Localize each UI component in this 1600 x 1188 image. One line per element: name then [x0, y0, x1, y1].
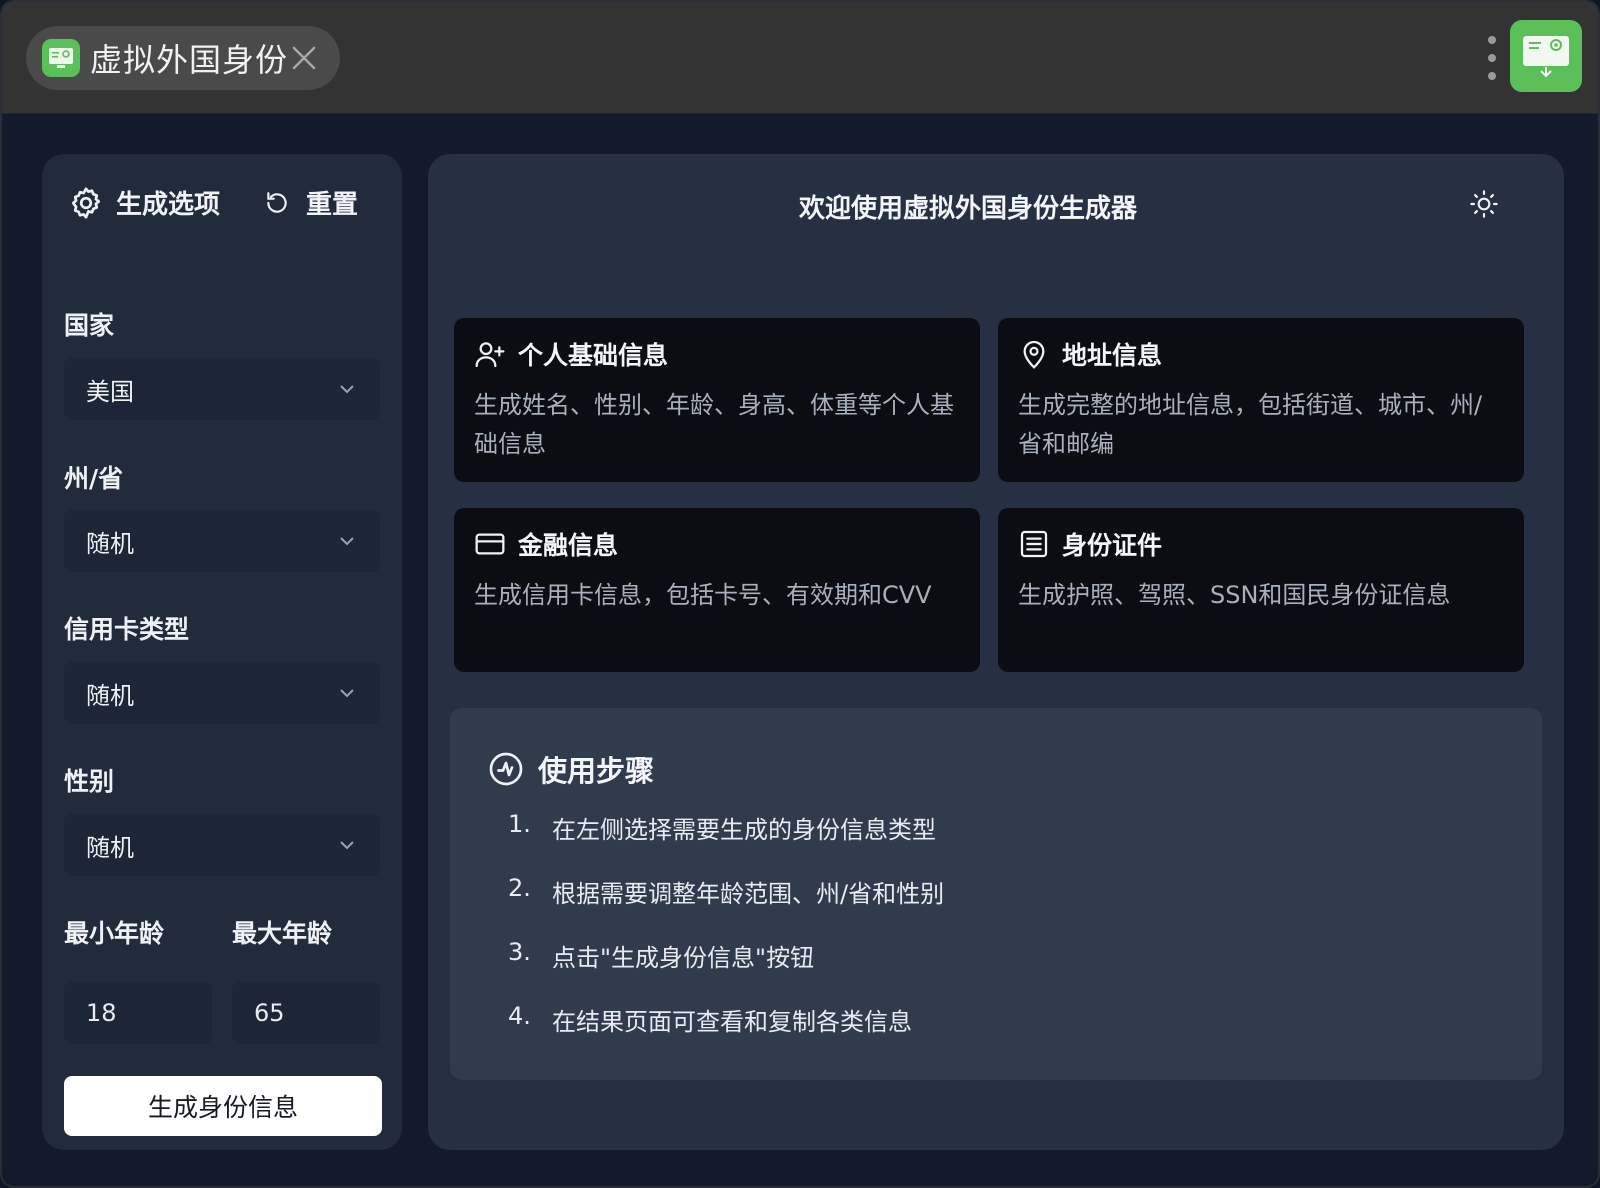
- reset-icon: [267, 191, 287, 213]
- address-info-card[interactable]: 地址信息 生成完整的地址信息，包括街道、城市、州/省和邮编: [998, 318, 1524, 482]
- generate-button[interactable]: 生成身份信息: [64, 1076, 382, 1136]
- chevron-down-icon: [340, 689, 354, 698]
- title-bar: 虚拟外国身份: [2, 2, 1598, 114]
- step-item: 2. 根据需要调整年龄范围、州/省和性别: [508, 874, 944, 909]
- app-icon[interactable]: [1510, 20, 1582, 92]
- card-title: 身份证件: [1062, 531, 1163, 560]
- card-title: 金融信息: [518, 531, 619, 560]
- state-label: 州/省: [64, 464, 124, 493]
- tab-title: 虚拟外国身份: [90, 41, 289, 79]
- finance-info-card[interactable]: 金融信息 生成信用卡信息，包括卡号、有效期和CVV: [454, 508, 980, 672]
- step-number: 3.: [508, 938, 531, 966]
- gender-value: 随机: [86, 833, 134, 862]
- document-icon: [1020, 530, 1048, 558]
- step-number: 2.: [508, 874, 531, 902]
- step-item: 1. 在左侧选择需要生成的身份信息类型: [508, 810, 936, 845]
- step-item: 4. 在结果页面可查看和复制各类信息: [508, 1002, 912, 1037]
- card-type-value: 随机: [86, 681, 134, 710]
- gender-select[interactable]: 随机: [64, 814, 380, 876]
- close-icon[interactable]: [288, 42, 320, 74]
- app-window: 虚拟外国身份 生成选项 重置 国家 美国 州/省 随机 信用卡类型 随机 性别 …: [0, 0, 1600, 1188]
- max-age-label: 最大年龄: [232, 919, 333, 948]
- main-panel: 欢迎使用虚拟外国身份生成器 个人基础信息 生成姓名、性别、年龄、身高、体重等个人…: [428, 154, 1564, 1150]
- gender-label: 性别: [64, 767, 115, 796]
- steps-icon: [489, 752, 523, 786]
- id-document-card[interactable]: 身份证件 生成护照、驾照、SSN和国民身份证信息: [998, 508, 1524, 672]
- step-number: 4.: [508, 1002, 531, 1030]
- min-age-input[interactable]: 18: [64, 982, 212, 1044]
- page-title: 欢迎使用虚拟外国身份生成器: [798, 194, 1137, 224]
- credit-card-icon: [475, 533, 505, 555]
- sun-icon[interactable]: [1468, 188, 1500, 220]
- steps-title: 使用步骤: [538, 754, 655, 788]
- more-options-icon[interactable]: [1486, 36, 1498, 80]
- step-text: 在结果页面可查看和复制各类信息: [552, 1008, 912, 1036]
- country-select[interactable]: 美国: [64, 358, 380, 420]
- step-number: 1.: [508, 810, 531, 838]
- max-age-input[interactable]: 65: [232, 982, 380, 1044]
- card-type-label: 信用卡类型: [64, 615, 190, 644]
- step-text: 根据需要调整年龄范围、州/省和性别: [552, 880, 945, 908]
- browser-tab[interactable]: 虚拟外国身份: [26, 26, 340, 90]
- app-tab-icon: [42, 39, 80, 77]
- state-value: 随机: [86, 529, 134, 558]
- card-description: 生成信用卡信息，包括卡号、有效期和CVV: [474, 581, 932, 609]
- reset-label: 重置: [306, 190, 359, 220]
- card-description: 生成护照、驾照、SSN和国民身份证信息: [1018, 581, 1451, 609]
- card-type-select[interactable]: 随机: [64, 662, 380, 724]
- card-title: 个人基础信息: [518, 341, 669, 370]
- user-plus-icon: [475, 342, 505, 368]
- map-pin-icon: [1023, 340, 1045, 369]
- options-sidebar: 生成选项 重置 国家 美国 州/省 随机 信用卡类型 随机 性别 随机 最小年龄…: [42, 154, 402, 1150]
- chevron-down-icon: [340, 385, 354, 394]
- step-text: 点击"生成身份信息"按钮: [552, 944, 815, 972]
- country-value: 美国: [86, 377, 134, 406]
- chevron-down-icon: [340, 537, 354, 546]
- country-label: 国家: [64, 311, 115, 340]
- options-header: 生成选项: [68, 184, 220, 221]
- options-title: 生成选项: [116, 190, 221, 220]
- step-item: 3. 点击"生成身份信息"按钮: [508, 938, 814, 973]
- personal-info-card[interactable]: 个人基础信息 生成姓名、性别、年龄、身高、体重等个人基础信息: [454, 318, 980, 482]
- reset-button[interactable]: 重置: [264, 184, 358, 221]
- card-description: 生成完整的地址信息，包括街道、城市、州/省和邮编: [1018, 391, 1483, 458]
- gear-icon: [71, 186, 101, 219]
- step-text: 在左侧选择需要生成的身份信息类型: [552, 816, 936, 844]
- chevron-down-icon: [340, 841, 354, 850]
- card-title: 地址信息: [1062, 341, 1163, 370]
- min-age-label: 最小年龄: [64, 919, 165, 948]
- card-description: 生成姓名、性别、年龄、身高、体重等个人基础信息: [474, 391, 954, 458]
- usage-steps-panel: 使用步骤 1. 在左侧选择需要生成的身份信息类型 2. 根据需要调整年龄范围、州…: [450, 708, 1542, 1080]
- state-select[interactable]: 随机: [64, 510, 380, 572]
